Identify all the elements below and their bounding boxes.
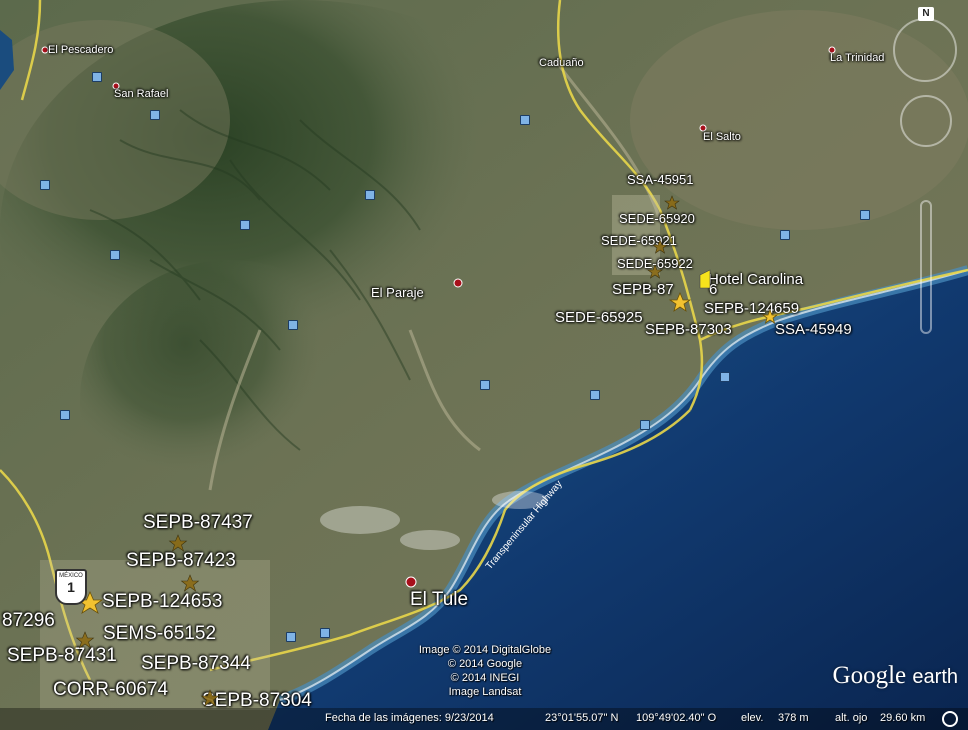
zoom-slider[interactable] [920,200,932,334]
poi-icon[interactable] [240,220,250,230]
placemark-label[interactable]: CORR-60674 [53,679,168,701]
placemark-label[interactable]: SEPB-87431 [7,645,117,667]
placemark-label[interactable]: SEPB-87423 [126,550,236,572]
eye-altitude-value: 29.60 km [880,712,926,724]
north-indicator-icon[interactable]: N [918,7,934,21]
placemark-label[interactable]: SEDE-65925 [555,309,643,326]
poi-icon[interactable] [286,632,296,642]
placemark-label[interactable]: Hotel Carolina [708,271,803,288]
status-bar: Fecha de las imágenes: 9/23/2014 23°01'5… [0,708,968,730]
place-label[interactable]: El Pescadero [48,44,113,56]
elevation-label: elev. [741,712,764,724]
longitude: 109°49'02.40" O [636,712,717,724]
poi-icon[interactable] [720,372,730,382]
eye-altitude-label: alt. ojo [835,712,868,724]
place-label[interactable]: San Rafael [114,88,168,100]
elevation-value: 378 m [778,712,809,724]
place-label[interactable]: El Salto [703,131,741,143]
placemark-label[interactable]: SEPB-87437 [143,512,253,534]
poi-icon[interactable] [480,380,490,390]
placemark-label[interactable]: 87296 [2,610,55,632]
look-joystick[interactable] [893,18,957,82]
poi-icon[interactable] [288,320,298,330]
poi-icon[interactable] [590,390,600,400]
place-label[interactable]: El Paraje [371,285,424,300]
poi-icon[interactable] [60,410,70,420]
placemark-label[interactable]: SEDE-65921 [601,233,677,248]
imagery-date: Fecha de las imágenes: 9/23/2014 [325,712,494,724]
placemark-label[interactable]: SEPB-124653 [102,591,222,613]
place-label[interactable]: La Trinidad [830,52,884,64]
poi-icon[interactable] [110,250,120,260]
placemark-label[interactable]: SEPB-87 [612,281,674,298]
placemark-label-suffix[interactable]: 6 [709,281,717,298]
map-canvas[interactable]: Transpeninsular Highway [0,0,968,730]
poi-icon[interactable] [520,115,530,125]
poi-icon[interactable] [365,190,375,200]
poi-icon[interactable] [860,210,870,220]
place-label[interactable]: Caduaño [539,57,584,69]
poi-icon[interactable] [640,420,650,430]
placemark-label[interactable]: SEPB-124659 [704,300,799,317]
place-label[interactable]: El Tule [410,589,468,611]
move-joystick[interactable] [900,95,952,147]
highway-shield-icon: MÉXICO 1 [55,569,87,605]
placemark-label[interactable]: SSA-45949 [775,321,852,338]
placemark-label[interactable]: SEDE-65922 [617,256,693,271]
latitude: 23°01'55.07" N [545,712,619,724]
streaming-indicator-icon [942,711,958,727]
poi-icon[interactable] [780,230,790,240]
placemark-label[interactable]: SSA-45951 [627,172,694,187]
imagery-attribution: Image © 2014 DigitalGlobe © 2014 Google … [418,644,552,698]
poi-icon[interactable] [320,628,330,638]
placemark-label[interactable]: SEPB-87344 [141,653,251,675]
poi-icon[interactable] [92,72,102,82]
placemark-label[interactable]: SEMS-65152 [103,623,216,645]
google-earth-logo: Google earth [832,662,958,689]
placemark-label[interactable]: SEPB-87303 [645,321,732,338]
placemark-label[interactable]: SEDE-65920 [619,211,695,226]
poi-icon[interactable] [150,110,160,120]
poi-icon[interactable] [40,180,50,190]
